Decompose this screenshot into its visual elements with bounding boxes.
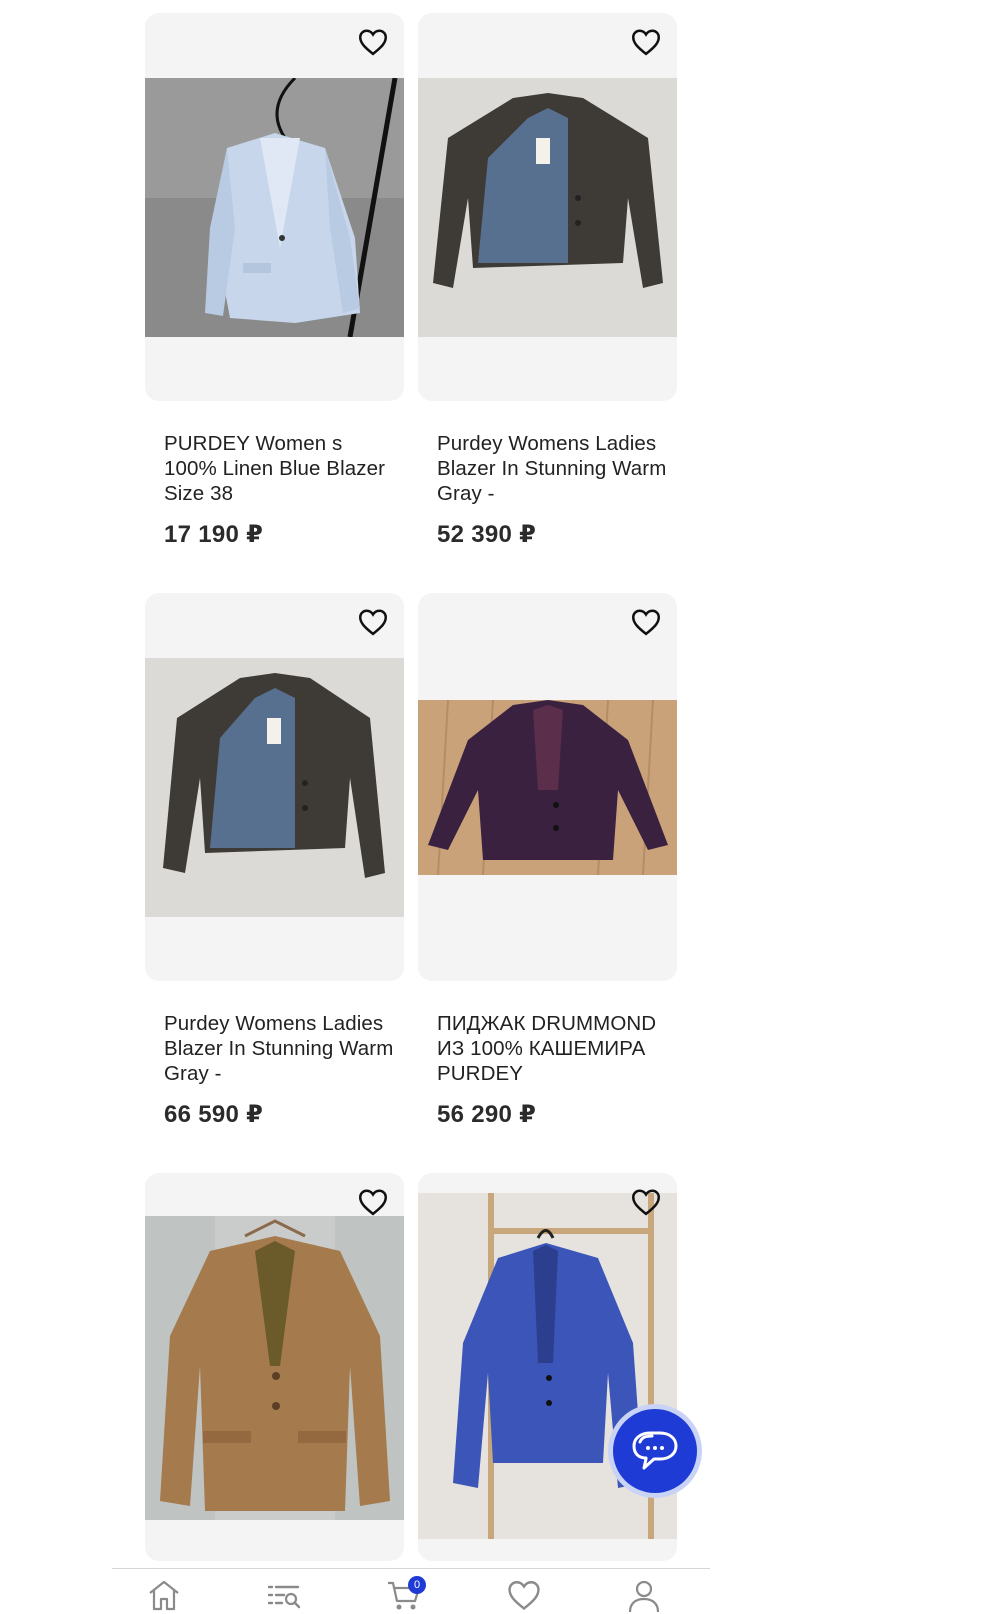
product-price: 52 390 ₽ (437, 521, 537, 548)
product-card[interactable]: PURDEY Women s 100% Linen Blue Blazer Si… (145, 13, 404, 549)
heart-icon (358, 29, 388, 56)
product-card[interactable] (145, 1173, 404, 1561)
nav-favorites[interactable] (502, 1579, 546, 1614)
product-card[interactable]: ПИДЖАК DRUMMOND ИЗ 100% КАШЕМИРА PURDEY … (418, 593, 677, 1129)
product-photo (418, 700, 677, 875)
chat-bubble-icon (632, 1431, 678, 1470)
nav-home[interactable] (142, 1579, 186, 1614)
chat-button[interactable] (608, 1404, 702, 1498)
heart-icon (358, 1189, 388, 1216)
favorite-button[interactable] (629, 1185, 663, 1219)
product-photo (145, 78, 404, 337)
favorite-button[interactable] (629, 25, 663, 59)
favorite-button[interactable] (356, 605, 390, 639)
user-icon (628, 1580, 660, 1613)
heart-icon (631, 1189, 661, 1216)
product-image-area[interactable] (418, 1173, 677, 1561)
product-price: 17 190 ₽ (164, 521, 264, 548)
product-card[interactable]: Purdey Womens Ladies Blazer In Stunning … (418, 13, 677, 549)
catalog-search-icon (267, 1585, 301, 1609)
product-title[interactable]: PURDEY Women s 100% Linen Blue Blazer Si… (164, 431, 394, 506)
favorite-button[interactable] (356, 25, 390, 59)
bottom-navigation: 0 (112, 1568, 710, 1614)
cart-badge: 0 (408, 1576, 426, 1594)
product-image-area[interactable] (418, 13, 677, 401)
product-card[interactable]: Purdey Womens Ladies Blazer In Stunning … (145, 593, 404, 1129)
product-title[interactable]: Purdey Womens Ladies Blazer In Stunning … (437, 431, 667, 506)
product-price: 56 290 ₽ (437, 1101, 537, 1128)
product-photo (145, 658, 404, 917)
product-title[interactable]: Purdey Womens Ladies Blazer In Stunning … (164, 1011, 394, 1086)
product-photo (145, 1216, 404, 1520)
favorite-button[interactable] (629, 605, 663, 639)
product-price: 66 590 ₽ (164, 1101, 264, 1128)
product-image-area[interactable] (145, 1173, 404, 1561)
product-image-area[interactable] (418, 593, 677, 981)
nav-cart[interactable]: 0 (382, 1576, 426, 1614)
heart-icon (358, 609, 388, 636)
product-image-area[interactable] (145, 13, 404, 401)
nav-catalog[interactable] (262, 1579, 306, 1614)
nav-profile[interactable] (622, 1579, 666, 1614)
product-image-area[interactable] (145, 593, 404, 981)
home-icon (149, 1580, 179, 1611)
product-title[interactable]: ПИДЖАК DRUMMOND ИЗ 100% КАШЕМИРА PURDEY (437, 1011, 667, 1086)
product-photo (418, 78, 677, 337)
product-card[interactable] (418, 1173, 677, 1561)
heart-icon (631, 29, 661, 56)
favorite-button[interactable] (356, 1185, 390, 1219)
heart-icon (631, 609, 661, 636)
heart-icon (508, 1581, 540, 1610)
